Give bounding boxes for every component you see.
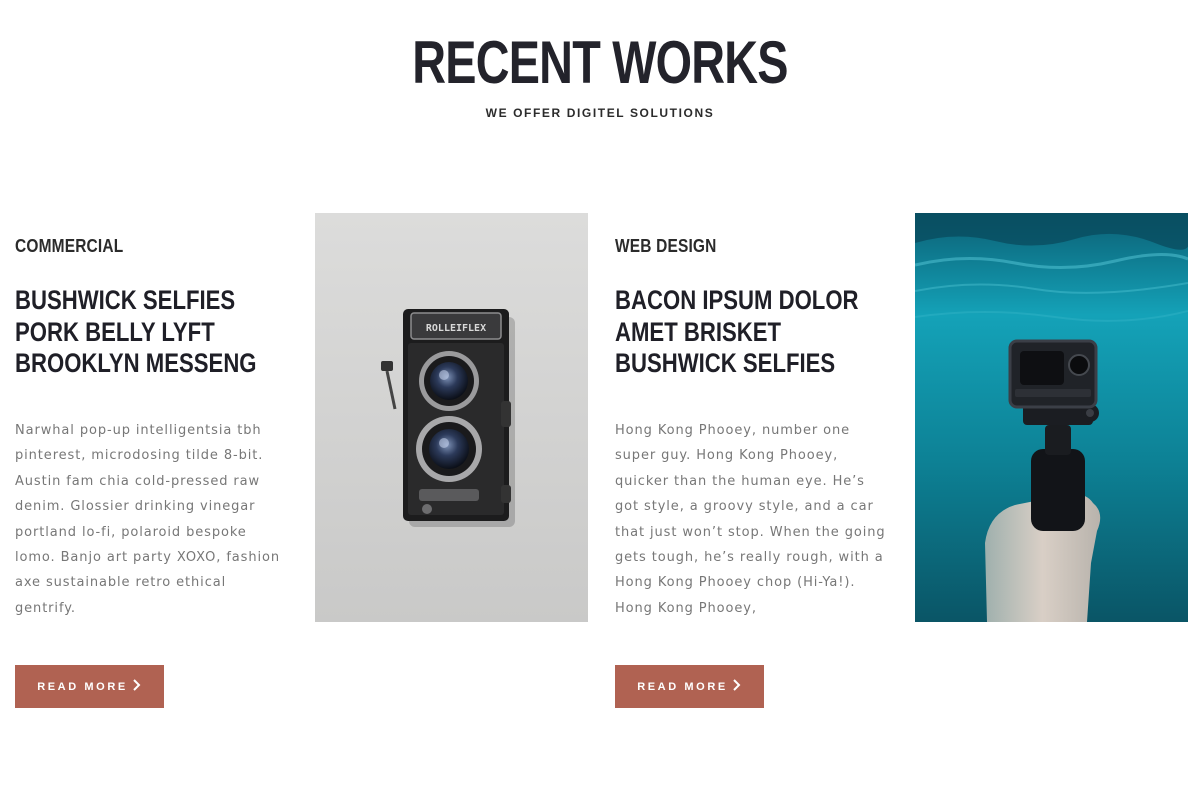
work-title-line: PORK BELLY LYFT bbox=[15, 316, 215, 347]
work-title[interactable]: BUSHWICK SELFIES PORK BELLY LYFT BROOKLY… bbox=[15, 285, 261, 380]
work-description-line: Hong Kong Phooey, bbox=[615, 600, 757, 616]
work-title-line: BUSHWICK SELFIES bbox=[15, 285, 236, 315]
action-camera-icon bbox=[915, 213, 1188, 622]
work-description-line: quicker than the human eye. He’s bbox=[615, 473, 865, 489]
work-description-line: gets tough, he’s really rough, with a bbox=[615, 550, 884, 566]
work-description-line: Austin fam chia cold-pressed raw bbox=[15, 473, 261, 489]
work-description: Narwhal pop-up intelligentsia tbh pinter… bbox=[15, 418, 290, 621]
work-title-line: BACON IPSUM DOLOR bbox=[615, 285, 859, 315]
work-title-line: BROOKLYN MESSENG bbox=[15, 348, 257, 378]
work-description-line: Narwhal pop-up intelligentsia tbh bbox=[15, 423, 262, 438]
work-description-line: axe sustainable retro ethical bbox=[15, 575, 227, 591]
section-header: RECENT WORKS WE OFFER DIGITEL SOLUTIONS bbox=[0, 29, 1200, 121]
work-title-line: AMET BRISKET bbox=[615, 316, 782, 347]
work-description-line: gentrify. bbox=[15, 600, 76, 616]
read-more-button[interactable]: READ MORE bbox=[15, 665, 164, 708]
work-title-line: BUSHWICK SELFIES bbox=[615, 348, 836, 378]
chevron-right-icon bbox=[732, 679, 742, 694]
work-description-line: denim. Glossier drinking vinegar bbox=[15, 499, 256, 515]
work-description-line: pinterest, microdosing tilde 8-bit. bbox=[15, 448, 264, 464]
work-description-line: got style, a groovy style, and a car bbox=[615, 499, 874, 515]
work-card-web-design: WEB DESIGN BACON IPSUM DOLOR AMET BRISKE… bbox=[615, 236, 890, 616]
work-description-line: that just won’t stop. When the going bbox=[615, 524, 886, 540]
work-image-underwater[interactable] bbox=[915, 213, 1188, 622]
work-description: Hong Kong Phooey, number one super guy. … bbox=[615, 418, 890, 621]
work-title[interactable]: BACON IPSUM DOLOR AMET BRISKET BUSHWICK … bbox=[615, 285, 861, 380]
work-description-line: portland lo-fi, polaroid bespoke bbox=[15, 524, 247, 540]
camera-brand-text: ROLLEIFLEX bbox=[426, 323, 486, 334]
work-description-line: Hong Kong Phooey, number one bbox=[615, 423, 851, 438]
camera-icon: ROLLEIFLEX bbox=[315, 213, 588, 622]
page-title: RECENT WORKS bbox=[412, 29, 788, 96]
work-card-commercial: COMMERCIAL BUSHWICK SELFIES PORK BELLY L… bbox=[15, 236, 290, 616]
read-more-label: READ MORE bbox=[637, 680, 728, 693]
read-more-label: READ MORE bbox=[37, 680, 128, 693]
work-image-camera[interactable]: ROLLEIFLEX bbox=[315, 213, 588, 622]
chevron-right-icon bbox=[132, 679, 142, 694]
work-description-line: lomo. Banjo art party XOXO, fashion bbox=[15, 550, 280, 566]
work-category: WEB DESIGN bbox=[615, 236, 717, 256]
read-more-button[interactable]: READ MORE bbox=[615, 665, 764, 708]
work-description-line: super guy. Hong Kong Phooey, bbox=[615, 448, 839, 464]
work-description-line: Hong Kong Phooey chop (Hi-Ya!). bbox=[615, 575, 856, 591]
work-category: COMMERCIAL bbox=[15, 236, 124, 256]
page-subtitle: WE OFFER DIGITEL SOLUTIONS bbox=[485, 106, 715, 120]
